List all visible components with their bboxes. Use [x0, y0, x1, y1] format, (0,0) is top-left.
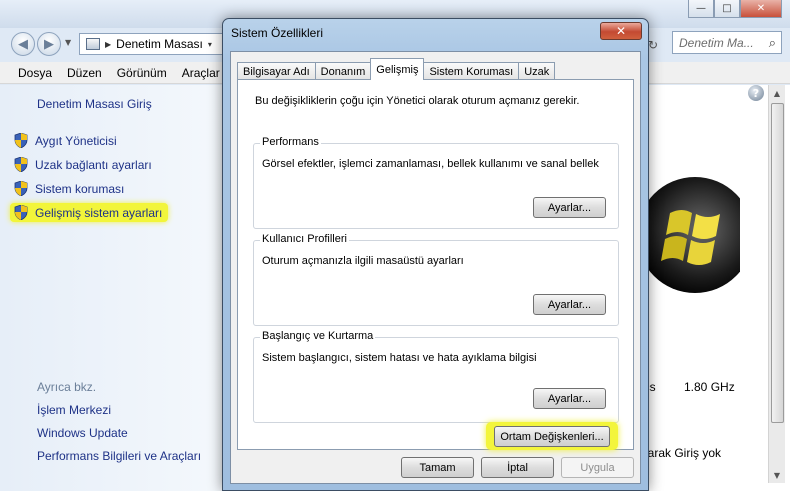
content-scrollbar[interactable]: ▲ ▼ — [768, 85, 785, 483]
uac-shield-icon — [14, 205, 28, 220]
sidebar-item-label: Aygıt Yöneticisi — [35, 133, 117, 148]
performance-settings-button[interactable]: Ayarlar... — [533, 197, 606, 218]
advanced-tab-panel: Bu değişikliklerin çoğu için Yönetici ol… — [237, 79, 634, 450]
control-panel-icon — [86, 38, 100, 50]
sidebar-item-remote-settings[interactable]: Uzak bağlantı ayarları — [14, 157, 152, 172]
activation-status-fragment: harak Giriş yok — [641, 446, 722, 460]
startup-recovery-settings-button[interactable]: Ayarlar... — [533, 388, 606, 409]
see-also-heading: Ayrıca bkz. — [37, 380, 97, 394]
group-description: Görsel efektler, işlemci zamanlaması, be… — [262, 158, 599, 170]
tab-advanced[interactable]: Gelişmiş — [370, 58, 425, 80]
search-input[interactable]: Denetim Ma... ⌕ — [672, 31, 782, 54]
environment-variables-button[interactable]: Ortam Değişkenleri... — [494, 426, 610, 447]
uac-shield-icon — [14, 157, 28, 172]
menu-file[interactable]: Dosya — [18, 66, 52, 80]
back-arrow-icon: ◀ — [18, 36, 28, 52]
dialog-body: Bilgisayar Adı Donanım Gelişmiş Sistem K… — [230, 51, 641, 484]
sidebar-link-performance-tools[interactable]: Performans Bilgileri ve Araçları — [37, 449, 201, 463]
sidebar-link-control-panel-home[interactable]: Denetim Masası Giriş — [37, 97, 152, 111]
uac-shield-icon — [14, 133, 28, 148]
search-placeholder: Denetim Ma... — [679, 35, 754, 50]
group-description: Sistem başlangıcı, sistem hatası ve hata… — [262, 352, 537, 364]
user-profiles-group: Kullanıcı Profilleri Oturum açmanızla il… — [253, 233, 619, 326]
forward-arrow-icon: ▶ — [44, 36, 54, 52]
scroll-down-icon[interactable]: ▼ — [769, 467, 785, 483]
group-title: Başlangıç ve Kurtarma — [260, 330, 376, 342]
sidebar-item-label: Gelişmiş sistem ayarları — [35, 205, 163, 220]
performance-group: Performans Görsel efektler, işlemci zama… — [253, 136, 619, 229]
startup-recovery-group: Başlangıç ve Kurtarma Sistem başlangıcı,… — [253, 330, 619, 423]
address-bar[interactable]: ▶ Denetim Masası ▾ — [79, 33, 229, 55]
group-description: Oturum açmanızla ilgili masaüstü ayarlar… — [262, 255, 464, 267]
breadcrumb-control-panel[interactable]: Denetim Masası — [116, 37, 203, 51]
menu-tools[interactable]: Araçlar — [182, 66, 220, 80]
user-profiles-settings-button[interactable]: Ayarlar... — [533, 294, 606, 315]
maximize-button[interactable]: □ — [714, 0, 740, 18]
scroll-up-icon[interactable]: ▲ — [769, 85, 785, 101]
sidebar-item-system-protection[interactable]: Sistem koruması — [14, 181, 124, 196]
close-button[interactable]: ✕ — [740, 0, 782, 18]
tab-strip: Bilgisayar Adı Donanım Gelişmiş Sistem K… — [237, 58, 556, 80]
cpu-speed-value: 1.80 GHz — [684, 380, 735, 394]
help-icon[interactable]: ? — [748, 85, 764, 101]
sidebar-link-windows-update[interactable]: Windows Update — [37, 426, 128, 440]
sidebar-link-action-center[interactable]: İşlem Merkezi — [37, 403, 111, 417]
menu-edit[interactable]: Düzen — [67, 66, 102, 80]
refresh-icon[interactable]: ↻ — [648, 38, 658, 52]
dialog-close-button[interactable]: ✕ — [600, 22, 642, 40]
apply-button[interactable]: Uygula — [561, 457, 634, 478]
uac-shield-icon — [14, 181, 28, 196]
group-title: Performans — [260, 136, 321, 148]
minimize-button[interactable]: — — [688, 0, 714, 18]
dialog-title: Sistem Özellikleri — [231, 26, 324, 40]
tab-system-protection[interactable]: Sistem Koruması — [423, 62, 520, 80]
tab-remote[interactable]: Uzak — [518, 62, 556, 80]
menu-view[interactable]: Görünüm — [117, 66, 167, 80]
search-icon[interactable]: ⌕ — [769, 35, 776, 51]
scroll-thumb[interactable] — [771, 103, 784, 423]
sidebar-item-label: Uzak bağlantı ayarları — [35, 157, 152, 172]
admin-note: Bu değişikliklerin çoğu için Yönetici ol… — [255, 95, 580, 107]
ok-button[interactable]: Tamam — [401, 457, 474, 478]
window-controls: — □ ✕ — [688, 0, 782, 18]
cancel-button[interactable]: İptal — [481, 457, 554, 478]
sidebar-item-advanced-system-settings[interactable]: Gelişmiş sistem ayarları — [10, 203, 169, 222]
tab-computer-name[interactable]: Bilgisayar Adı — [237, 62, 316, 80]
tab-hardware[interactable]: Donanım — [314, 62, 372, 80]
breadcrumb-separator-icon[interactable]: ▶ — [105, 40, 111, 49]
system-properties-dialog: Sistem Özellikleri ✕ Bilgisayar Adı Dona… — [222, 18, 649, 491]
breadcrumb-chevron-icon[interactable]: ▾ — [208, 40, 212, 49]
back-button[interactable]: ◀ — [11, 32, 35, 56]
sidebar-item-device-manager[interactable]: Aygıt Yöneticisi — [14, 133, 117, 148]
group-title: Kullanıcı Profilleri — [260, 233, 349, 245]
sidebar-item-label: Sistem koruması — [35, 181, 125, 196]
forward-button[interactable]: ▶ — [37, 32, 61, 56]
recent-pages-chevron-icon[interactable]: ▼ — [65, 38, 71, 47]
